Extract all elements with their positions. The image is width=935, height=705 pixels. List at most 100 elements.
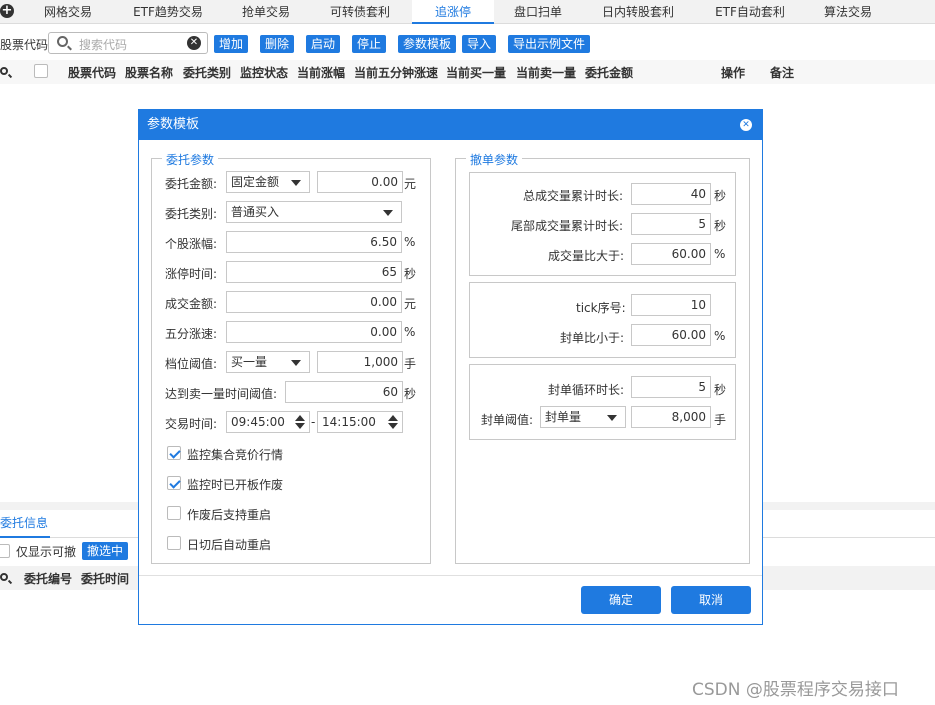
seal-ratio-input[interactable]: 60.00 (631, 324, 711, 346)
trade-time-start-input[interactable]: 09:45:00 (226, 411, 310, 433)
ok-button[interactable]: 确定 (581, 586, 661, 614)
seal-threshold-mode-value: 封单量 (545, 410, 582, 424)
col-ask1-volume[interactable]: 当前卖一量 (516, 64, 576, 81)
stock-code-label: 股票代码 (0, 38, 49, 52)
spin-up-icon[interactable] (388, 415, 398, 421)
amount-mode-select[interactable]: 固定金额 (226, 171, 310, 193)
trade-time-separator: - (311, 415, 316, 429)
only-cancellable-checkbox[interactable] (0, 544, 10, 558)
spin-up-icon[interactable] (295, 415, 305, 421)
tab-grab-order[interactable]: 抢单交易 (222, 0, 310, 24)
export-sample-button[interactable]: 导出示例文件 (508, 35, 591, 53)
monitor-auction-checkbox[interactable] (167, 446, 181, 460)
tail-vol-time-label: 尾部成交量累计时长: (511, 219, 624, 233)
total-vol-time-label: 总成交量累计时长: (523, 189, 624, 203)
tab-etf-auto-arb[interactable]: ETF自动套利 (698, 0, 802, 24)
chevron-down-icon (383, 210, 393, 216)
col-operation[interactable]: 操作 (721, 64, 745, 81)
level-input[interactable]: 1,000 (317, 351, 403, 373)
gain-input[interactable]: 6.50 (226, 231, 402, 253)
tab-convertible-arb[interactable]: 可转债套利 (314, 0, 406, 24)
spin-down-icon[interactable] (388, 423, 398, 429)
category-label: 委托类别: (165, 207, 218, 221)
speed5-label: 五分涨速: (165, 327, 218, 341)
watermark: CSDN @股票程序交易接口 (692, 680, 899, 700)
turnover-input[interactable]: 0.00 (226, 291, 402, 313)
turnover-label: 成交金额: (165, 297, 218, 311)
gain-label: 个股涨幅: (165, 237, 218, 251)
amount-mode-value: 固定金额 (231, 175, 280, 189)
vol-ratio-input[interactable]: 60.00 (631, 243, 711, 265)
amount-unit: 元 (404, 177, 417, 191)
only-cancellable-label: 仅显示可撤 (16, 545, 77, 559)
monitor-auction-label: 监控集合竞价行情 (187, 448, 284, 462)
seal-ratio-unit: % (714, 329, 726, 343)
col-current-gain[interactable]: 当前涨幅 (297, 64, 345, 81)
col-bid1-volume[interactable]: 当前买一量 (446, 64, 506, 81)
clear-icon[interactable]: ✕ (187, 36, 201, 50)
trade-time-label: 交易时间: (165, 417, 218, 431)
search-icon[interactable] (0, 573, 8, 581)
stop-button[interactable]: 停止 (352, 35, 387, 53)
col-stock-code[interactable]: 股票代码 (68, 64, 116, 81)
vol-ratio-label: 成交量比大于: (548, 249, 625, 263)
col-order-no[interactable]: 委托编号 (24, 570, 72, 587)
col-order-category[interactable]: 委托类别 (183, 64, 231, 81)
total-vol-time-input[interactable]: 40 (631, 183, 711, 205)
tab-grid-trading[interactable]: 网格交易 (22, 0, 114, 24)
chevron-down-icon (607, 415, 617, 421)
tab-etf-trend[interactable]: ETF趋势交易 (118, 0, 218, 24)
tab-intraday-conversion[interactable]: 日内转股套利 (586, 0, 690, 24)
sell1-time-unit: 秒 (404, 387, 417, 401)
col-5min-speed[interactable]: 当前五分钟涨速 (354, 64, 438, 81)
import-button[interactable]: 导入 (462, 35, 497, 53)
amount-label: 委托金额: (165, 177, 218, 191)
speed5-input[interactable]: 0.00 (226, 321, 402, 343)
add-tab-icon[interactable]: + (0, 4, 14, 18)
turnover-unit: 元 (404, 297, 417, 311)
delete-button[interactable]: 删除 (260, 35, 295, 53)
col-order-time[interactable]: 委托时间 (81, 570, 129, 587)
tab-algo-trading[interactable]: 算法交易 (810, 0, 886, 24)
tab-order-book-sweep[interactable]: 盘口扫单 (498, 0, 578, 24)
invalidate-on-open-label: 监控时已开板作废 (187, 478, 284, 492)
tab-limit-up-chase[interactable]: 追涨停 (412, 0, 494, 24)
seal-threshold-input[interactable]: 8,000 (631, 406, 711, 428)
category-select[interactable]: 普通买入 (226, 201, 402, 223)
sell1-time-label: 达到卖一量时间阈值: (165, 387, 278, 401)
sell1-time-input[interactable]: 60 (285, 381, 403, 403)
close-icon[interactable]: ✕ (740, 119, 752, 131)
seal-threshold-mode-select[interactable]: 封单量 (540, 406, 626, 428)
col-remark[interactable]: 备注 (770, 64, 794, 81)
select-all-checkbox[interactable] (34, 64, 48, 78)
col-stock-name[interactable]: 股票名称 (125, 64, 173, 81)
chevron-down-icon (291, 180, 301, 186)
invalidate-on-open-checkbox[interactable] (167, 476, 181, 490)
cancel-button[interactable]: 取消 (671, 586, 751, 614)
tab-order-info[interactable]: 委托信息 (0, 510, 50, 538)
tick-input[interactable]: 10 (631, 294, 711, 316)
seal-cycle-input[interactable]: 5 (631, 376, 711, 398)
level-mode-select[interactable]: 买一量 (226, 351, 310, 373)
search-placeholder: 搜索代码 (79, 38, 128, 52)
search-icon[interactable] (0, 67, 8, 75)
add-button[interactable]: 增加 (214, 35, 249, 53)
dialog-divider (139, 575, 762, 576)
spin-down-icon[interactable] (295, 423, 305, 429)
start-button[interactable]: 启动 (306, 35, 341, 53)
col-order-amount[interactable]: 委托金额 (585, 64, 633, 81)
auto-restart-daily-checkbox[interactable] (167, 536, 181, 550)
limit-time-label: 涨停时间: (165, 267, 218, 281)
tail-vol-time-input[interactable]: 5 (631, 213, 711, 235)
level-label: 档位阈值: (165, 357, 218, 371)
search-input[interactable]: 搜索代码 ✕ (48, 32, 208, 54)
cancel-selected-button[interactable]: 撤选中 (82, 542, 129, 560)
limit-time-input[interactable]: 65 (226, 261, 402, 283)
amount-input[interactable]: 0.00 (317, 171, 403, 193)
tail-vol-time-unit: 秒 (714, 219, 727, 233)
restart-after-invalid-checkbox[interactable] (167, 506, 181, 520)
col-monitor-status[interactable]: 监控状态 (240, 64, 288, 81)
param-template-dialog: 参数模板 ✕ 委托参数 委托金额: 固定金额 0.00 元 委托类别: 普通买入… (138, 109, 763, 625)
param-template-button[interactable]: 参数模板 (398, 35, 457, 53)
trade-time-end-input[interactable]: 14:15:00 (317, 411, 403, 433)
